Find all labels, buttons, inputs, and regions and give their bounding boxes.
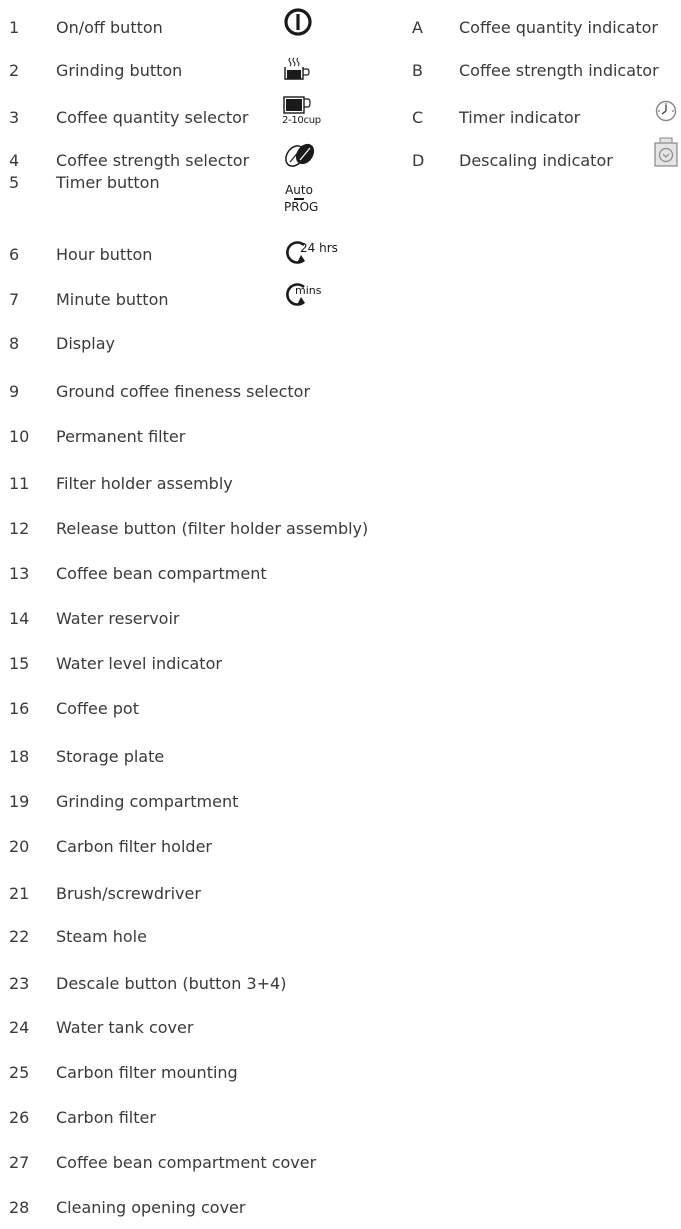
- indicator-label: Coffee strength indicator: [459, 61, 659, 80]
- parts-legend-page: 1 On/off button 2 Grinding button 3 Coffee qu…: [0, 0, 681, 1229]
- part-label: Water tank cover: [56, 1018, 194, 1037]
- hour-caption: 24 hrs: [300, 241, 338, 255]
- part-label: Descale button (button 3+4): [56, 974, 287, 993]
- part-label: Filter holder assembly: [56, 474, 233, 493]
- part-label: Carbon filter holder: [56, 837, 212, 856]
- indicator-label: Coffee quantity indicator: [459, 18, 658, 37]
- part-label: Grinding button: [56, 61, 183, 80]
- cup-quantity-icon: 2-10cup: [282, 96, 321, 126]
- part-label: Release button (filter holder assembly): [56, 519, 369, 538]
- part-number: 12: [9, 519, 30, 538]
- part-label: Carbon filter: [56, 1108, 156, 1127]
- power-icon: [283, 7, 313, 37]
- indicator-label: Timer indicator: [459, 108, 581, 127]
- part-number: 21: [9, 884, 30, 903]
- part-number: 9: [9, 382, 20, 401]
- part-number: 13: [9, 564, 30, 583]
- cup-quantity-caption: 2-10cup: [282, 115, 321, 126]
- coffee-beans-icon: [284, 142, 316, 168]
- part-number: 4: [9, 151, 20, 170]
- part-label: Brush/screwdriver: [56, 884, 201, 903]
- part-label: Grinding compartment: [56, 792, 239, 811]
- indicator-letter: C: [412, 108, 424, 127]
- part-label: Minute button: [56, 290, 169, 309]
- minute-arrow-icon: mins: [284, 282, 334, 310]
- indicator-letter: B: [412, 61, 423, 80]
- prog-label: PROG: [284, 200, 319, 214]
- part-label: Coffee bean compartment: [56, 564, 267, 583]
- clock-icon: [655, 100, 677, 122]
- part-number: 7: [9, 290, 20, 309]
- minute-caption: mins: [295, 284, 322, 297]
- part-number: 18: [9, 747, 30, 766]
- indicator-label: Descaling indicator: [459, 151, 613, 170]
- part-label: Water reservoir: [56, 609, 180, 628]
- part-number: 20: [9, 837, 30, 856]
- hour-arrow-icon: 24 hrs: [284, 240, 354, 268]
- part-number: 22: [9, 927, 30, 946]
- part-number: 26: [9, 1108, 30, 1127]
- part-number: 16: [9, 699, 30, 718]
- part-label: Display: [56, 334, 115, 353]
- part-label: Coffee strength selector: [56, 151, 250, 170]
- part-number: 19: [9, 792, 30, 811]
- auto-label: Auto: [285, 183, 313, 197]
- part-number: 6: [9, 245, 20, 264]
- part-label: On/off button: [56, 18, 163, 37]
- part-label: Coffee pot: [56, 699, 139, 718]
- part-label: Ground coffee fineness selector: [56, 382, 311, 401]
- part-label: Storage plate: [56, 747, 165, 766]
- part-number: 2: [9, 61, 20, 80]
- part-number: 25: [9, 1063, 30, 1082]
- part-label: Carbon filter mounting: [56, 1063, 238, 1082]
- part-number: 1: [9, 18, 20, 37]
- part-number: 23: [9, 974, 30, 993]
- indicator-letter: A: [412, 18, 423, 37]
- part-number: 27: [9, 1153, 30, 1172]
- part-label: Timer button: [56, 173, 160, 192]
- part-number: 5: [9, 173, 20, 192]
- part-label: Coffee bean compartment cover: [56, 1153, 317, 1172]
- auto-prog-icon: Auto PROG: [284, 183, 319, 214]
- part-number: 11: [9, 474, 30, 493]
- part-label: Cleaning opening cover: [56, 1198, 246, 1217]
- indicator-letter: D: [412, 151, 425, 170]
- part-number: 28: [9, 1198, 30, 1217]
- part-label: Hour button: [56, 245, 153, 264]
- part-label: Water level indicator: [56, 654, 222, 673]
- descaling-icon: [654, 137, 678, 167]
- part-number: 8: [9, 334, 20, 353]
- part-number: 15: [9, 654, 30, 673]
- part-number: 3: [9, 108, 20, 127]
- part-number: 10: [9, 427, 30, 446]
- part-label: Permanent filter: [56, 427, 186, 446]
- part-number: 14: [9, 609, 30, 628]
- part-label: Coffee quantity selector: [56, 108, 249, 127]
- part-label: Steam hole: [56, 927, 147, 946]
- part-number: 24: [9, 1018, 30, 1037]
- grinding-cup-icon: [282, 54, 314, 84]
